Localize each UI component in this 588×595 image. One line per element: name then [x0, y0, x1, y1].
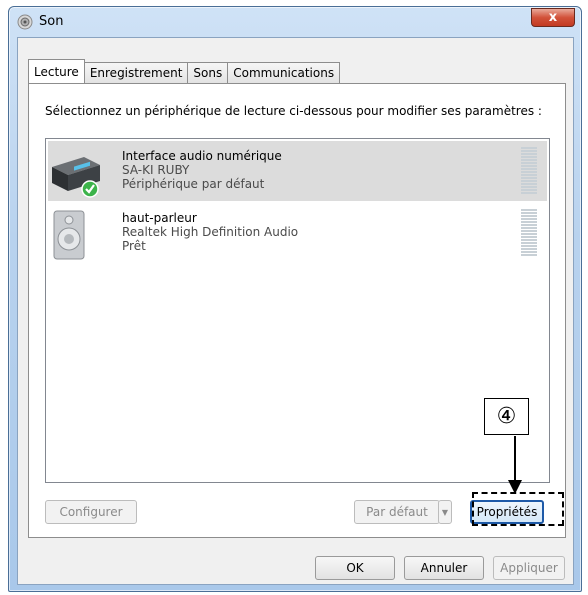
device-name: Interface audio numérique — [122, 149, 282, 163]
volume-meter — [521, 209, 537, 259]
callout-arrow — [508, 436, 522, 494]
volume-meter — [521, 147, 537, 197]
title-bar[interactable]: Son x — [9, 7, 581, 37]
tab-strip: Lecture Enregistrement Sons Communicatio… — [28, 59, 341, 83]
device-status: Périphérique par défaut — [122, 177, 265, 191]
device-name: haut-parleur — [122, 211, 197, 225]
close-button[interactable]: x — [531, 8, 575, 27]
highlight-dashed-box — [472, 492, 564, 526]
playback-panel: Sélectionnez un périphérique de lecture … — [28, 83, 566, 538]
step-callout: ④ — [484, 398, 529, 435]
device-description: SA-KI RUBY — [122, 163, 190, 177]
device-description: Realtek High Definition Audio — [122, 225, 299, 239]
ok-button[interactable]: OK — [315, 556, 395, 580]
device-item-speaker[interactable]: haut-parleur Realtek High Definition Aud… — [48, 203, 547, 263]
speaker-app-icon — [17, 14, 33, 30]
instruction-text: Sélectionnez un périphérique de lecture … — [45, 104, 542, 118]
tab-communications[interactable]: Communications — [227, 62, 341, 83]
window-title: Son — [39, 14, 64, 29]
speaker-icon — [53, 210, 85, 260]
device-status: Prêt — [122, 239, 146, 253]
digital-audio-interface-icon — [52, 157, 100, 198]
configure-button[interactable]: Configurer — [45, 500, 137, 524]
set-default-dropdown[interactable]: ▼ — [438, 500, 452, 524]
device-list[interactable]: Interface audio numérique SA-KI RUBY Pér… — [45, 138, 550, 483]
tab-enregistrement[interactable]: Enregistrement — [83, 62, 189, 83]
apply-button[interactable]: Appliquer — [493, 556, 565, 580]
chevron-down-icon: ▼ — [441, 507, 449, 517]
tab-lecture[interactable]: Lecture — [28, 59, 85, 83]
tab-sons[interactable]: Sons — [187, 62, 229, 83]
device-item-digital-interface[interactable]: Interface audio numérique SA-KI RUBY Pér… — [48, 141, 547, 201]
cancel-button[interactable]: Annuler — [404, 556, 484, 580]
close-icon: x — [548, 10, 558, 25]
set-default-button[interactable]: Par défaut — [354, 500, 440, 524]
